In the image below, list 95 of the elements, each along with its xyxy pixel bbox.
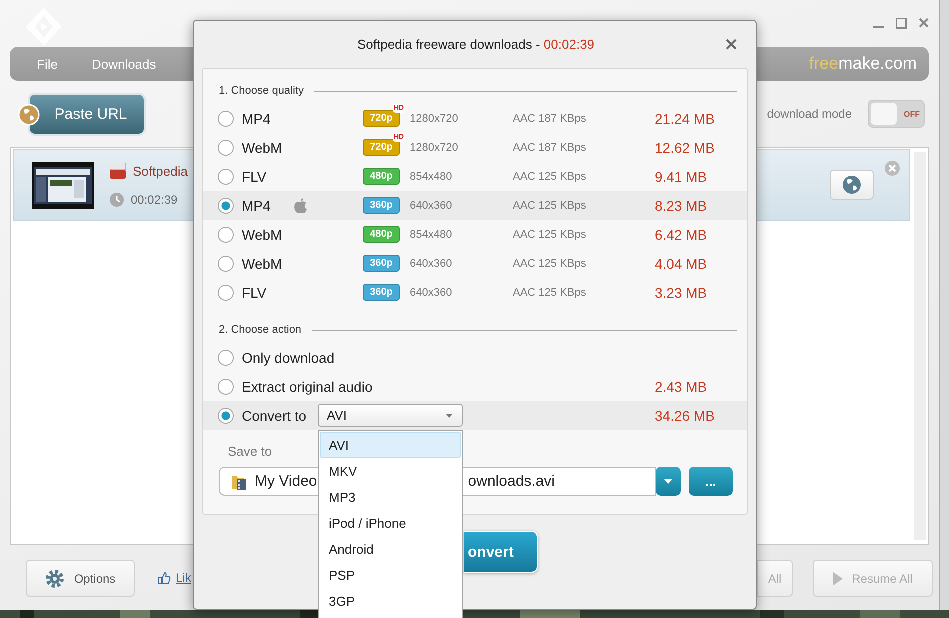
- video-site-icon: [110, 163, 126, 179]
- file-size: 3.23 MB: [655, 284, 708, 300]
- mode-label: download mode: [767, 107, 852, 121]
- format-label: WebM: [242, 226, 284, 242]
- radio-button[interactable]: [218, 284, 234, 300]
- radio-button[interactable]: [218, 256, 234, 272]
- download-title: Softpedia: [133, 164, 188, 178]
- file-size: 34.26 MB: [655, 408, 716, 424]
- clock-icon: [110, 193, 124, 207]
- format-label: MP4: [242, 198, 272, 214]
- format-label: WebM: [242, 256, 284, 272]
- resolution-text: 1280x720: [410, 142, 460, 154]
- audio-text: AAC 125 KBps: [513, 200, 588, 212]
- close-icon[interactable]: [919, 18, 929, 28]
- action-option[interactable]: Only download: [203, 343, 747, 372]
- resolution-text: 640x360: [410, 286, 454, 298]
- convert-button[interactable]: onvert: [464, 531, 538, 573]
- resolution-badge: 720p: [363, 139, 400, 156]
- globe-icon: [18, 104, 40, 126]
- remove-icon[interactable]: [885, 161, 900, 176]
- quality-option[interactable]: WebM 480p 854x480 AAC 125 KBps 6.42 MB: [203, 220, 747, 249]
- format-select[interactable]: AVI: [318, 404, 463, 427]
- action-option[interactable]: Convert to AVI 34.26 MB: [203, 401, 747, 430]
- audio-text: AAC 187 KBps: [513, 112, 588, 124]
- brand-logo: freemake.com: [809, 54, 917, 74]
- radio-button[interactable]: [218, 408, 234, 424]
- action-label: Convert to: [242, 408, 308, 424]
- audio-text: AAC 125 KBps: [513, 170, 588, 182]
- dropdown-option[interactable]: AVI: [320, 432, 461, 458]
- resolution-badge: 720p: [363, 110, 400, 127]
- browse-button[interactable]: ...: [689, 467, 733, 496]
- quality-option[interactable]: WebM 360p 640x360 AAC 125 KBps 4.04 MB: [203, 249, 747, 278]
- format-label: FLV: [242, 168, 268, 184]
- file-size: 6.42 MB: [655, 226, 708, 242]
- browser-button[interactable]: [830, 170, 874, 200]
- maximize-icon[interactable]: [896, 18, 907, 29]
- quality-option[interactable]: FLV 360p 640x360 AAC 125 KBps 3.23 MB: [203, 278, 747, 307]
- dropdown-option[interactable]: 3GP: [320, 588, 461, 614]
- action-label: Only download: [242, 350, 336, 366]
- resolution-badge: 480p: [363, 168, 400, 185]
- action-label: Extract original audio: [242, 378, 374, 394]
- play-icon: [833, 572, 844, 586]
- file-size: 8.23 MB: [655, 198, 708, 214]
- dialog-title: Softpedia freeware downloads - 00:02:39: [356, 37, 596, 52]
- options-button[interactable]: Options: [26, 560, 135, 597]
- like-link[interactable]: Lik: [176, 571, 192, 585]
- file-size: 2.43 MB: [655, 378, 708, 394]
- resolution-badge: 480p: [363, 226, 400, 243]
- action-option[interactable]: Extract original audio 2.43 MB: [203, 372, 747, 401]
- paste-url-button[interactable]: Paste URL: [28, 93, 146, 136]
- file-size: 21.24 MB: [655, 110, 716, 126]
- resolution-badge: 360p: [363, 284, 400, 301]
- dropdown-option[interactable]: Android: [320, 536, 461, 562]
- radio-button[interactable]: [218, 198, 234, 214]
- globe-icon: [842, 175, 862, 195]
- caret-icon: [446, 414, 453, 418]
- duration: 00:02:39: [131, 193, 178, 207]
- file-size: 9.41 MB: [655, 168, 708, 184]
- resolution-text: 854x480: [410, 228, 454, 240]
- resolution-text: 854x480: [410, 170, 454, 182]
- logo-icon: [24, 6, 64, 48]
- file-size: 12.62 MB: [655, 140, 716, 156]
- save-to-label: Save to: [228, 444, 272, 459]
- format-label: MP4: [242, 110, 272, 126]
- thumbs-up-icon: [158, 572, 171, 585]
- file-size: 4.04 MB: [655, 256, 708, 272]
- radio-button[interactable]: [218, 226, 234, 242]
- resolution-text: 640x360: [410, 200, 454, 212]
- radio-button[interactable]: [218, 140, 234, 156]
- audio-text: AAC 187 KBps: [513, 142, 588, 154]
- audio-text: AAC 125 KBps: [513, 258, 588, 270]
- dropdown-option[interactable]: PSP: [320, 562, 461, 588]
- dropdown-option[interactable]: MKV: [320, 458, 461, 484]
- format-label: WebM: [242, 140, 284, 156]
- gear-icon: [45, 568, 66, 588]
- radio-button[interactable]: [218, 350, 234, 366]
- section-heading: 2. Choose action: [219, 324, 302, 336]
- dropdown-option[interactable]: iPod / iPhone: [320, 510, 461, 536]
- resolution-text: 640x360: [410, 258, 454, 270]
- section-heading: 1. Choose quality: [219, 85, 304, 97]
- quality-option[interactable]: MP4 360p 640x360 AAC 125 KBps 8.23 MB: [203, 191, 747, 220]
- format-label: FLV: [242, 284, 268, 300]
- resolution-text: 1280x720: [410, 112, 460, 124]
- resolution-badge: 360p: [363, 197, 400, 214]
- close-icon[interactable]: [726, 39, 737, 50]
- audio-text: AAC 125 KBps: [513, 228, 588, 240]
- resolution-badge: 360p: [363, 255, 400, 272]
- path-dropdown-button[interactable]: [656, 467, 681, 496]
- quality-option[interactable]: FLV 480p 854x480 AAC 125 KBps 9.41 MB: [203, 162, 747, 191]
- audio-text: AAC 125 KBps: [513, 286, 588, 298]
- radio-button[interactable]: [218, 378, 234, 394]
- caret-icon: [664, 479, 673, 484]
- radio-button[interactable]: [218, 168, 234, 184]
- radio-button[interactable]: [218, 110, 234, 126]
- dropdown-option[interactable]: MP3: [320, 484, 461, 510]
